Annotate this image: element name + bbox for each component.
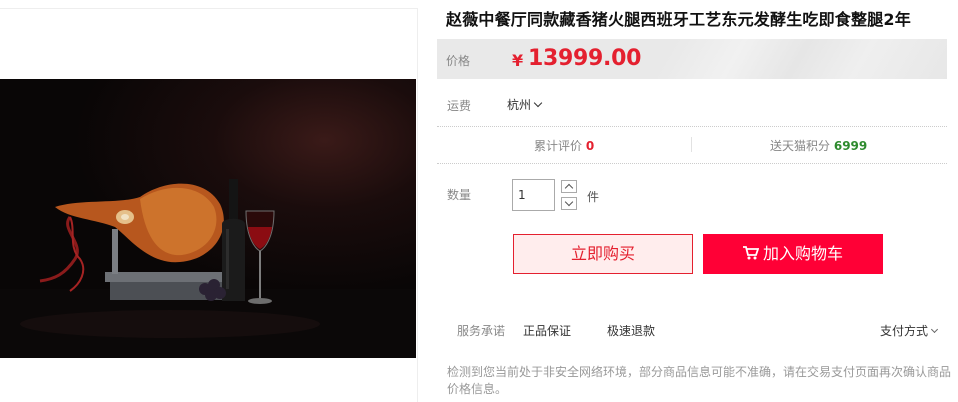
service-label: 服务承诺: [457, 324, 506, 338]
price-amount: 13999.00: [528, 46, 642, 71]
product-gallery: [0, 8, 418, 402]
reviews-count: 0: [585, 139, 595, 153]
service-genuine[interactable]: 正品保证: [523, 322, 571, 339]
product-title: 赵薇中餐厅同款藏香猪火腿西班牙工艺东元发酵生吃即食整腿2年: [446, 10, 911, 29]
shipping-label: 运费: [447, 99, 472, 113]
security-notice: 检测到您当前处于非安全网络环境，部分商品信息可能不准确，请在交易支付页面再次确认…: [447, 365, 952, 396]
reviews-label: 累计评价: [534, 139, 583, 153]
quantity-increase-button[interactable]: [561, 180, 577, 193]
quantity-label: 数量: [447, 188, 472, 202]
payment-label: 支付方式: [880, 324, 929, 338]
caret-down-icon: [564, 197, 574, 207]
price-bar: 价格 ¥ 13999.00: [437, 39, 947, 79]
buy-now-button[interactable]: 立即购买: [513, 234, 693, 274]
payment-method-dropdown[interactable]: 支付方式: [880, 322, 939, 339]
chevron-down-icon: [533, 98, 543, 108]
price-currency: ¥: [512, 51, 524, 70]
service-fast-refund[interactable]: 极速退款: [607, 322, 655, 339]
shipping-city: 杭州: [507, 98, 532, 112]
divider: [437, 126, 947, 127]
stats-divider: [691, 137, 692, 152]
price-label: 价格: [446, 54, 471, 68]
ham-wine-illustration: [0, 179, 416, 358]
shipping-city-selector[interactable]: 杭州: [507, 96, 543, 113]
add-to-cart-button[interactable]: 加入购物车: [703, 234, 883, 274]
points-stat: 送天猫积分 6999: [770, 137, 867, 154]
quantity-decrease-button[interactable]: [561, 197, 577, 210]
cart-icon: [742, 245, 759, 259]
add-to-cart-label: 加入购物车: [762, 244, 843, 263]
caret-up-icon: [564, 183, 574, 193]
points-label: 送天猫积分: [770, 139, 831, 153]
divider: [437, 163, 947, 164]
quantity-unit: 件: [587, 190, 600, 204]
points-value: 6999: [833, 139, 868, 153]
reviews-stat[interactable]: 累计评价 0: [534, 137, 594, 154]
chevron-down-icon: [930, 325, 939, 334]
product-image[interactable]: [0, 79, 416, 358]
quantity-input[interactable]: [512, 179, 555, 211]
